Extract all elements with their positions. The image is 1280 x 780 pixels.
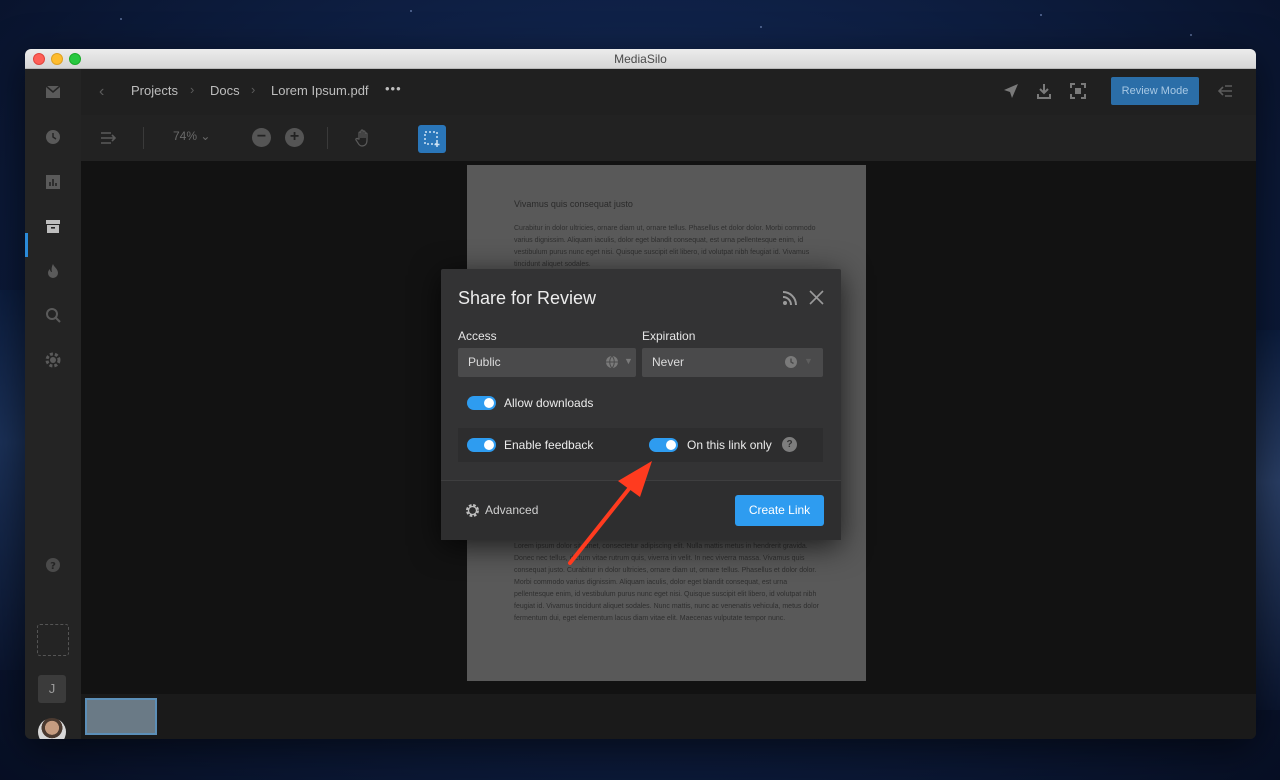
chevron-down-icon: ▼	[804, 356, 813, 366]
archive-icon[interactable]	[44, 217, 62, 235]
link-only-label: On this link only	[687, 438, 772, 452]
background-tree	[0, 290, 26, 670]
expiration-label: Expiration	[642, 329, 696, 343]
allow-downloads-label: Allow downloads	[504, 396, 594, 410]
send-icon[interactable]	[1002, 82, 1020, 100]
page-thumbnail[interactable]	[85, 698, 157, 735]
svg-text:?: ?	[50, 561, 56, 572]
background-tree	[1254, 330, 1280, 710]
zoom-out-button[interactable]: −	[252, 128, 271, 147]
fullscreen-icon[interactable]	[1069, 82, 1087, 100]
annotation-arrow-icon	[568, 461, 652, 565]
title-bar: MediaSilo	[25, 49, 1256, 69]
sidebar-active-indicator	[25, 233, 28, 257]
gear-icon[interactable]	[44, 351, 62, 369]
create-link-button[interactable]: Create Link	[735, 495, 824, 526]
breadcrumb-separator-icon: ›	[251, 82, 256, 97]
zoom-in-button[interactable]: +	[285, 128, 304, 147]
globe-icon	[605, 355, 619, 369]
sidebar: ? J	[25, 69, 81, 739]
inbox-icon[interactable]	[44, 83, 62, 101]
search-icon[interactable]	[44, 306, 62, 324]
chart-icon[interactable]	[44, 173, 62, 191]
advanced-settings-link[interactable]: Advanced	[485, 503, 538, 517]
star	[120, 18, 122, 20]
app-window: MediaSilo ? J ‹ Projects › Docs › Lorem …	[25, 49, 1256, 739]
fire-icon[interactable]	[44, 262, 62, 280]
help-icon[interactable]: ?	[782, 437, 797, 452]
zoom-level-value: 74%	[173, 129, 198, 143]
hand-pan-icon[interactable]	[353, 128, 373, 148]
user-initial-badge[interactable]: J	[38, 675, 66, 703]
breadcrumb-projects[interactable]: Projects	[131, 83, 178, 98]
chevron-down-icon: ⌄	[200, 129, 211, 143]
outline-toggle-icon[interactable]	[99, 128, 119, 148]
breadcrumb-separator-icon: ›	[190, 82, 195, 97]
star	[1040, 14, 1042, 16]
gear-icon[interactable]	[465, 503, 480, 518]
viewer-toolbar: 74% ⌄ − +	[81, 115, 1256, 161]
link-only-toggle[interactable]	[649, 438, 678, 452]
star	[1190, 34, 1192, 36]
toolbar-divider	[143, 127, 144, 149]
enable-feedback-label: Enable feedback	[504, 438, 594, 452]
allow-downloads-toggle[interactable]	[467, 396, 496, 410]
enable-feedback-toggle[interactable]	[467, 438, 496, 452]
download-icon[interactable]	[1035, 82, 1053, 100]
clock-icon	[784, 355, 798, 369]
page-thumbnail-strip	[81, 694, 1256, 739]
clock-icon[interactable]	[44, 128, 62, 146]
collapse-panel-icon[interactable]	[1216, 82, 1234, 100]
region-select-tool[interactable]	[418, 125, 446, 153]
help-icon[interactable]: ?	[44, 556, 62, 574]
dialog-title: Share for Review	[458, 288, 597, 308]
toolbar-divider	[327, 127, 328, 149]
expiration-select[interactable]: Never ▼	[642, 348, 823, 377]
close-icon[interactable]	[809, 290, 824, 305]
star	[760, 26, 762, 28]
rss-icon[interactable]	[782, 290, 798, 306]
document-paragraph: Curabitur in dolor ultricies, ornare dia…	[514, 225, 816, 268]
star	[410, 10, 412, 12]
expiration-value: Never	[652, 355, 685, 369]
breadcrumb-file[interactable]: Lorem Ipsum.pdf	[271, 83, 369, 98]
document-heading: Vivamus quis consequat justo	[514, 199, 633, 209]
drop-zone[interactable]	[37, 624, 69, 656]
zoom-level-select[interactable]: 74% ⌄	[173, 129, 210, 143]
back-chevron-icon[interactable]: ‹	[99, 83, 104, 101]
window-title: MediaSilo	[614, 52, 667, 66]
chevron-down-icon: ▼	[624, 356, 633, 366]
access-label: Access	[458, 329, 497, 343]
header-bar: ‹ Projects › Docs › Lorem Ipsum.pdf ••• …	[81, 69, 1256, 115]
access-select[interactable]: Public ▼	[458, 348, 636, 377]
more-menu-button[interactable]: •••	[385, 81, 402, 96]
access-value: Public	[468, 355, 501, 369]
review-mode-button[interactable]: Review Mode	[1111, 77, 1199, 105]
avatar[interactable]	[38, 718, 66, 739]
breadcrumb-docs[interactable]: Docs	[210, 83, 240, 98]
